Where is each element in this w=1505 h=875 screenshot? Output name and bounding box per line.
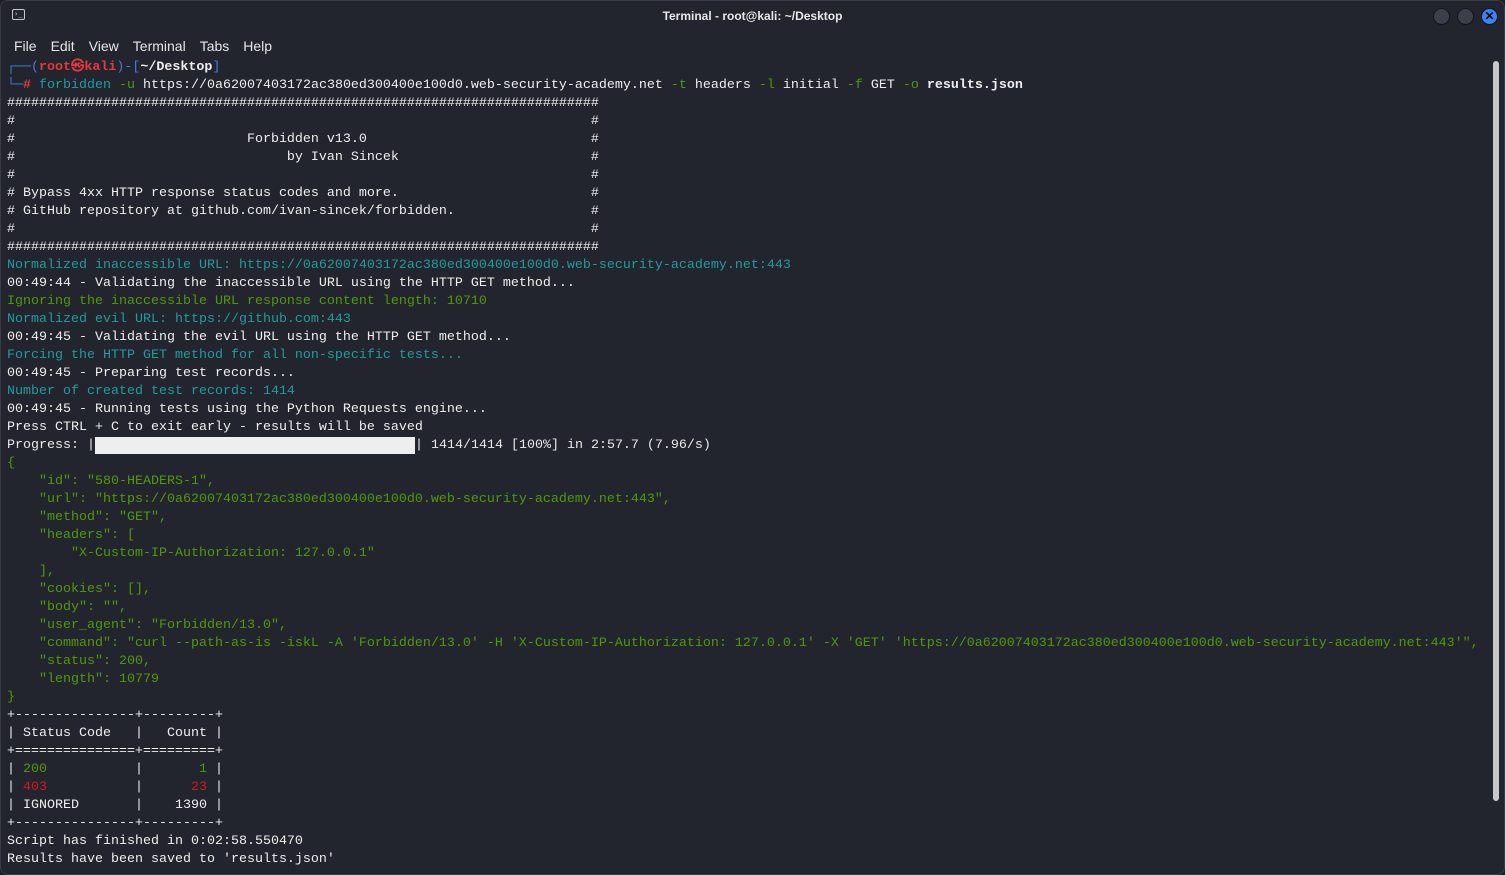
output-line: ########################################…	[7, 96, 599, 111]
menu-edit[interactable]: Edit	[44, 38, 82, 54]
output-line: "method": "GET",	[7, 510, 167, 525]
output-line: "body": "",	[7, 600, 127, 615]
prompt-line: ┌──(root㉿kali)-[~/Desktop]	[7, 60, 221, 75]
menu-bar: File Edit View Terminal Tabs Help	[1, 33, 1504, 59]
close-icon: ✕	[1484, 9, 1495, 23]
output-line: +---------------+---------+	[7, 816, 223, 831]
output-line: Number of created test records: 1414	[7, 384, 295, 399]
output-line: "url": "https://0a62007403172ac380ed3004…	[7, 492, 671, 507]
output-line: "status": 200,	[7, 654, 151, 669]
status-count: 23	[190, 780, 207, 795]
output-line: # by Ivan Sincek #	[7, 150, 599, 165]
maximize-button[interactable]	[1457, 8, 1474, 25]
status-code: 200	[23, 762, 47, 777]
output-line: "X-Custom-IP-Authorization: 127.0.0.1"	[7, 546, 375, 561]
terminal-window: ›_ Terminal - root@kali: ~/Desktop ✕ Fil…	[0, 0, 1505, 875]
command-line: └─# forbidden -u https://0a62007403172ac…	[7, 78, 1023, 93]
prompt-host: kali	[84, 60, 117, 75]
title-bar: ›_ Terminal - root@kali: ~/Desktop ✕	[1, 1, 1504, 33]
output-line: Results have been saved to 'results.json…	[7, 852, 335, 867]
output-line: # GitHub repository at github.com/ivan-s…	[7, 204, 599, 219]
minimize-button[interactable]	[1433, 8, 1450, 25]
menu-tabs[interactable]: Tabs	[193, 38, 237, 54]
output-line: "cookies": [],	[7, 582, 151, 597]
output-line: Normalized inaccessible URL: https://0a6…	[7, 258, 791, 273]
menu-help[interactable]: Help	[236, 38, 279, 54]
output-line: # #	[7, 114, 599, 129]
output-line: 00:49:44 - Validating the inaccessible U…	[7, 276, 575, 291]
window-title: Terminal - root@kali: ~/Desktop	[662, 9, 843, 23]
menu-view[interactable]: View	[82, 38, 126, 54]
output-line: Script has finished in 0:02:58.550470	[7, 834, 303, 849]
output-line: # #	[7, 168, 599, 183]
output-line: Normalized evil URL: https://github.com:…	[7, 312, 351, 327]
status-count: 1390	[174, 798, 207, 813]
scrollbar[interactable]	[1493, 61, 1499, 801]
output-line: "user_agent": "Forbidden/13.0",	[7, 618, 287, 633]
prompt-dir: ~/Desktop	[140, 60, 213, 75]
output-line: | Status Code | Count |	[7, 726, 223, 741]
close-button[interactable]: ✕	[1481, 8, 1498, 25]
output-line: "command": "curl --path-as-is -iskL -A '…	[7, 636, 1479, 651]
output-line: Ignoring the inaccessible URL response c…	[7, 294, 487, 309]
output-line: # #	[7, 222, 599, 237]
output-line: "headers": [	[7, 528, 135, 543]
output-line: Forcing the HTTP GET method for all non-…	[7, 348, 463, 363]
output-line: # Bypass 4xx HTTP response status codes …	[7, 186, 599, 201]
output-line: 00:49:45 - Running tests using the Pytho…	[7, 402, 487, 417]
status-code: 403	[23, 780, 47, 795]
output-line: ],	[7, 564, 55, 579]
output-line: +---------------+---------+	[7, 708, 223, 723]
output-line: # Forbidden v13.0 #	[7, 132, 599, 147]
table-row: | 200 | 1 |	[7, 762, 223, 777]
output-line: Press CTRL + C to exit early - results w…	[7, 420, 423, 435]
output-line: +===============+=========+	[7, 744, 223, 759]
prompt-user: root	[39, 60, 71, 75]
menu-terminal[interactable]: Terminal	[126, 38, 193, 54]
status-count: 1	[198, 762, 207, 777]
output-line: "length": 10779	[7, 672, 159, 687]
table-row: | 403 | 23 |	[7, 780, 223, 795]
progress-bar	[94, 437, 415, 454]
output-line: "id": "580-HEADERS-1",	[7, 474, 215, 489]
output-line: }	[7, 690, 15, 705]
terminal-output[interactable]: ┌──(root㉿kali)-[~/Desktop] └─# forbidden…	[7, 59, 1486, 869]
table-row: | IGNORED | 1390 |	[7, 798, 223, 813]
menu-file[interactable]: File	[7, 38, 44, 54]
output-line: 00:49:45 - Validating the evil URL using…	[7, 330, 511, 345]
status-code: IGNORED	[23, 798, 79, 813]
output-line: 00:49:45 - Preparing test records...	[7, 366, 295, 381]
progress-line: Progress: | | 1414/1414 [100%] in 2:57.7 …	[7, 437, 711, 454]
output-line: ########################################…	[7, 240, 599, 255]
output-line: {	[7, 456, 15, 471]
